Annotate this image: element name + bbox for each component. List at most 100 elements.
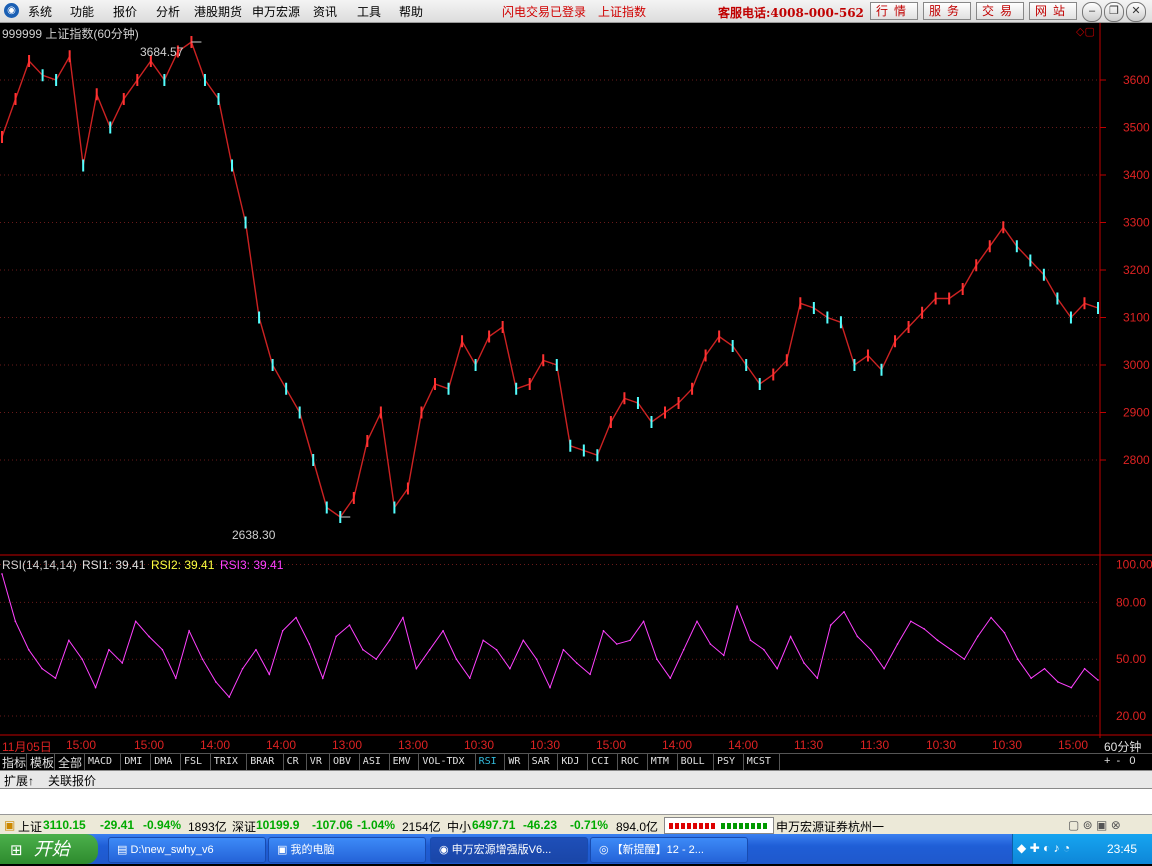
indicator-tab-vol-tdx[interactable]: VOL-TDX	[422, 756, 464, 767]
browser-icon: ◎	[599, 844, 609, 856]
menu-analysis[interactable]: 分析	[156, 3, 180, 20]
indicator-tab-emv[interactable]: EMV	[393, 756, 411, 767]
menu-help[interactable]: 帮助	[399, 3, 423, 20]
indicator-tab-dmi[interactable]: DMI	[124, 756, 142, 767]
rsi-point	[642, 620, 645, 623]
service-button[interactable]: 服务	[923, 2, 971, 20]
zx-label[interactable]: 中小	[447, 818, 471, 835]
close-icon[interactable]: ✕	[1126, 2, 1146, 22]
menu-system[interactable]: 系统	[28, 3, 52, 20]
rsi-point	[522, 639, 525, 642]
indicator-tab-obv[interactable]: OBV	[333, 756, 351, 767]
tab-related-quotes[interactable]: 关联报价	[48, 772, 96, 789]
menu-swhy[interactable]: 申万宏源	[252, 3, 300, 20]
rsi-point	[27, 648, 30, 651]
indicator-tab-rsi[interactable]: RSI	[479, 756, 497, 767]
tab-separator	[358, 754, 360, 770]
tab-expand[interactable]: 扩展↑	[4, 772, 34, 789]
status-icons[interactable]: ▢ ⊚ ▣ ⊗	[1068, 818, 1121, 832]
zx-amount: 894.0亿	[616, 820, 659, 834]
rsi-point	[228, 696, 231, 698]
indicator-tab-cci[interactable]: CCI	[591, 756, 609, 767]
zx-percent: -0.71%	[570, 818, 609, 832]
windows-logo-icon: ⊞	[10, 842, 23, 859]
menu-function[interactable]: 功能	[70, 3, 94, 20]
task-label: D:\new_swhy_v6	[130, 844, 214, 856]
website-button[interactable]: 网站	[1029, 2, 1077, 20]
task-my-computer[interactable]: ▣ 我的电脑	[268, 837, 426, 863]
chart-options-icon[interactable]: ◇▢	[1076, 25, 1095, 38]
rsi-point	[41, 667, 43, 670]
chart-area[interactable]: 3600 3500 3400 3300 3200 3100 3000 2900 2800 100…	[0, 23, 1152, 754]
indicator-tab-boll[interactable]: BOLL	[681, 756, 705, 767]
task-explorer[interactable]: ▤ D:\new_swhy_v6	[108, 837, 266, 863]
start-button[interactable]: ⊞ 开始	[0, 834, 98, 864]
indicator-tab-sar[interactable]: SAR	[532, 756, 550, 767]
rsi-point	[81, 658, 83, 661]
time-axis-label: 14:00	[728, 738, 759, 752]
indicator-tab-cr[interactable]: CR	[287, 756, 299, 767]
indicator-tab-模板[interactable]: 模板	[30, 754, 54, 771]
indicator-tab-mcst[interactable]: MCST	[747, 756, 771, 767]
sh-amount: 1893亿	[188, 820, 227, 834]
time-axis-label: 14:00	[662, 738, 693, 752]
computer-icon: ▣	[277, 844, 288, 856]
current-index-link[interactable]: 上证指数	[598, 3, 646, 20]
indicator-tab-fsl[interactable]: FSL	[184, 756, 202, 767]
rsi-point	[1017, 658, 1019, 661]
menu-news[interactable]: 资讯	[313, 3, 337, 20]
trade-button[interactable]: 交易	[976, 2, 1024, 20]
sz-label[interactable]: 深证	[232, 818, 256, 835]
task-swhy[interactable]: ◉ 申万宏源增强版V6...	[430, 837, 588, 863]
indicator-tab-mtm[interactable]: MTM	[651, 756, 669, 767]
menu-quote[interactable]: 报价	[113, 3, 137, 20]
chart-canvas[interactable]: 3600 3500 3400 3300 3200 3100 3000 2900 2800 100…	[0, 23, 1152, 738]
indicator-tab-macd[interactable]: MACD	[88, 756, 112, 767]
zoom-controls[interactable]: + - 0	[1104, 755, 1136, 767]
rsi-point	[281, 629, 284, 632]
indicator-tab-asi[interactable]: ASI	[363, 756, 381, 767]
rsi1-value: RSI1: 39.41	[82, 558, 146, 572]
indicator-tab-roc[interactable]: ROC	[621, 756, 639, 767]
sz-change: -107.06	[312, 818, 353, 832]
rsi-point	[388, 639, 391, 642]
tray-icons[interactable]: ◆ ✚ ◐ ♪ ◔	[1017, 841, 1070, 855]
rsi-point	[776, 667, 779, 670]
tab-separator	[676, 754, 678, 770]
indicator-tab-dma[interactable]: DMA	[154, 756, 172, 767]
menu-hk-futures[interactable]: 港股期货	[194, 3, 242, 20]
task-reminder[interactable]: ◎ 【新提醒】12 - 2...	[590, 837, 748, 863]
indicator-tab-psy[interactable]: PSY	[717, 756, 735, 767]
indicator-tab-wr[interactable]: WR	[508, 756, 520, 767]
menu-tools[interactable]: 工具	[357, 3, 381, 20]
tab-separator	[504, 754, 506, 770]
rsi-point	[1, 573, 3, 575]
quotes-button[interactable]: 行情	[870, 2, 918, 20]
time-axis-label: 10:30	[464, 738, 495, 752]
flash-trade-status[interactable]: 闪电交易已登录	[502, 3, 586, 20]
minimize-icon[interactable]: –	[1082, 2, 1102, 22]
app-logo-icon: ◉	[4, 3, 19, 18]
start-label: 开始	[33, 839, 70, 859]
indicator-tab-trix[interactable]: TRIX	[214, 756, 238, 767]
rsi-tick-label: 80.00	[1116, 595, 1146, 609]
rsi-point	[375, 658, 378, 661]
restore-icon[interactable]: ❐	[1104, 2, 1124, 22]
rsi-point	[1083, 667, 1086, 670]
indicator-tab-指标[interactable]: 指标	[2, 754, 26, 771]
rsi-point	[215, 681, 217, 683]
tab-separator	[646, 754, 648, 770]
rsi-point	[816, 677, 819, 679]
tab-separator	[742, 754, 744, 770]
indicator-tab-全部[interactable]: 全部	[58, 754, 82, 771]
price-tick-label: 3000	[1123, 358, 1150, 372]
rsi-point	[1097, 679, 1099, 681]
sh-label[interactable]: 上证	[18, 818, 42, 835]
lock-icon: ▣	[4, 818, 16, 832]
rsi-point	[308, 643, 311, 645]
rsi-point	[94, 686, 97, 689]
indicator-tab-vr[interactable]: VR	[310, 756, 322, 767]
sh-percent: -0.94%	[143, 818, 182, 832]
indicator-tab-kdj[interactable]: KDJ	[561, 756, 579, 767]
indicator-tab-brar[interactable]: BRAR	[250, 756, 274, 767]
